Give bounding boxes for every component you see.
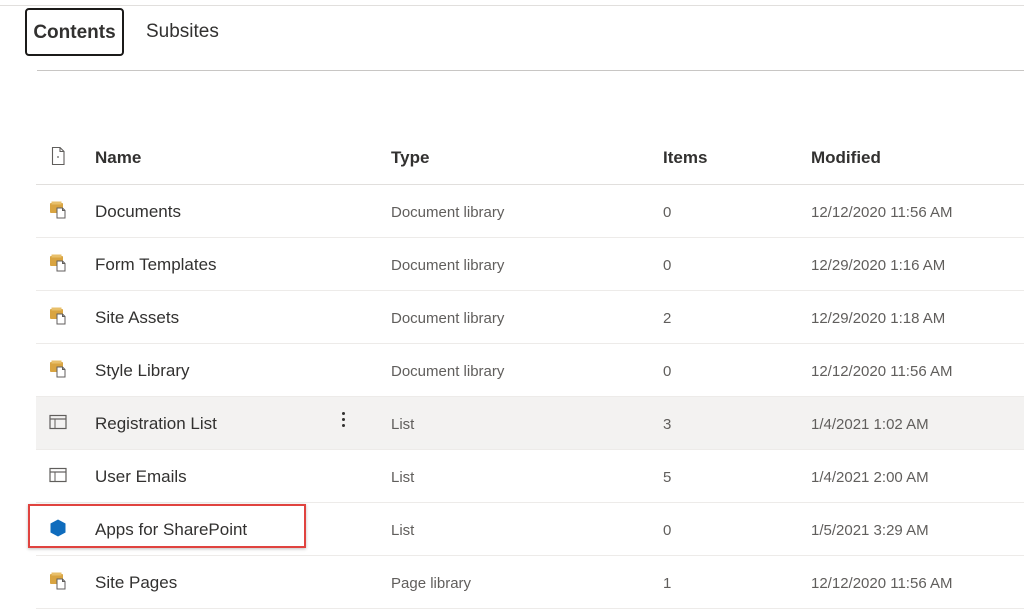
item-modified: 1/5/2021 3:29 AM xyxy=(811,522,929,539)
document-library-icon xyxy=(48,253,68,273)
item-modified: 12/29/2020 1:18 AM xyxy=(811,310,946,327)
column-header-items[interactable]: Items xyxy=(663,148,707,168)
item-name[interactable]: Form Templates xyxy=(95,255,217,275)
table-row[interactable]: Site Pages Page library 1 12/12/2020 11:56 … xyxy=(36,556,1024,609)
item-name[interactable]: Style Library xyxy=(95,361,189,381)
list-header: Name Type Items Modified xyxy=(36,130,1024,185)
column-header-type[interactable]: Type xyxy=(391,148,429,168)
item-type: List xyxy=(391,416,415,433)
document-library-icon xyxy=(48,306,68,326)
item-name[interactable]: Documents xyxy=(95,202,181,222)
top-border xyxy=(0,5,1024,6)
table-row[interactable]: Site Assets Document library 2 12/29/2020 1… xyxy=(36,291,1024,344)
table-row[interactable]: User Emails List 5 1/4/2021 2:00 AM xyxy=(36,450,1024,503)
item-count: 0 xyxy=(663,257,672,274)
app-hexagon-icon xyxy=(48,518,68,538)
item-type: List xyxy=(391,522,415,539)
item-modified: 12/12/2020 11:56 AM xyxy=(811,204,953,221)
item-type: Document library xyxy=(391,257,505,274)
item-count: 1 xyxy=(663,575,672,592)
table-row[interactable]: Form Templates Document library 0 12/29/202… xyxy=(36,238,1024,291)
column-header-modified[interactable]: Modified xyxy=(811,148,881,168)
item-modified: 12/29/2020 1:16 AM xyxy=(811,257,946,274)
file-type-header-icon[interactable] xyxy=(48,146,68,166)
item-type: Document library xyxy=(391,204,505,221)
tab-contents[interactable]: Contents xyxy=(25,8,124,56)
item-modified: 1/4/2021 1:02 AM xyxy=(811,416,929,433)
item-name[interactable]: Registration List xyxy=(95,414,217,434)
item-count: 2 xyxy=(663,310,672,327)
table-row[interactable]: Documents Document library 0 12/12/2020 11:… xyxy=(36,185,1024,238)
more-options-icon[interactable] xyxy=(335,409,351,435)
item-count: 0 xyxy=(663,204,672,221)
item-type: Document library xyxy=(391,363,505,380)
table-row[interactable]: Style Library Document library 0 12/12/2020… xyxy=(36,344,1024,397)
item-type: Document library xyxy=(391,310,505,327)
item-modified: 12/12/2020 11:56 AM xyxy=(811,575,953,592)
item-type: List xyxy=(391,469,415,486)
column-header-name[interactable]: Name xyxy=(95,148,141,168)
document-library-icon xyxy=(48,200,68,220)
item-name[interactable]: User Emails xyxy=(95,467,187,487)
item-count: 0 xyxy=(663,363,672,380)
document-library-icon xyxy=(48,571,68,591)
item-modified: 12/12/2020 11:56 AM xyxy=(811,363,953,380)
tab-subsites[interactable]: Subsites xyxy=(146,8,219,56)
item-count: 3 xyxy=(663,416,672,433)
item-count: 0 xyxy=(663,522,672,539)
document-library-icon xyxy=(48,359,68,379)
item-name[interactable]: Site Assets xyxy=(95,308,179,328)
item-name[interactable]: Apps for SharePoint xyxy=(95,520,247,540)
table-row[interactable]: Apps for SharePoint List 0 1/5/2021 3:29 AM xyxy=(36,503,1024,556)
item-modified: 1/4/2021 2:00 AM xyxy=(811,469,929,486)
item-name[interactable]: Site Pages xyxy=(95,573,177,593)
table-row[interactable]: Registration List List 3 1/4/2021 1:02 AM xyxy=(36,397,1024,450)
list-icon xyxy=(48,412,68,432)
list-icon xyxy=(48,465,68,485)
item-count: 5 xyxy=(663,469,672,486)
item-type: Page library xyxy=(391,575,472,592)
site-contents-list: Name Type Items Modified Documents Docume… xyxy=(36,130,1024,609)
tabs-divider xyxy=(37,70,1024,71)
